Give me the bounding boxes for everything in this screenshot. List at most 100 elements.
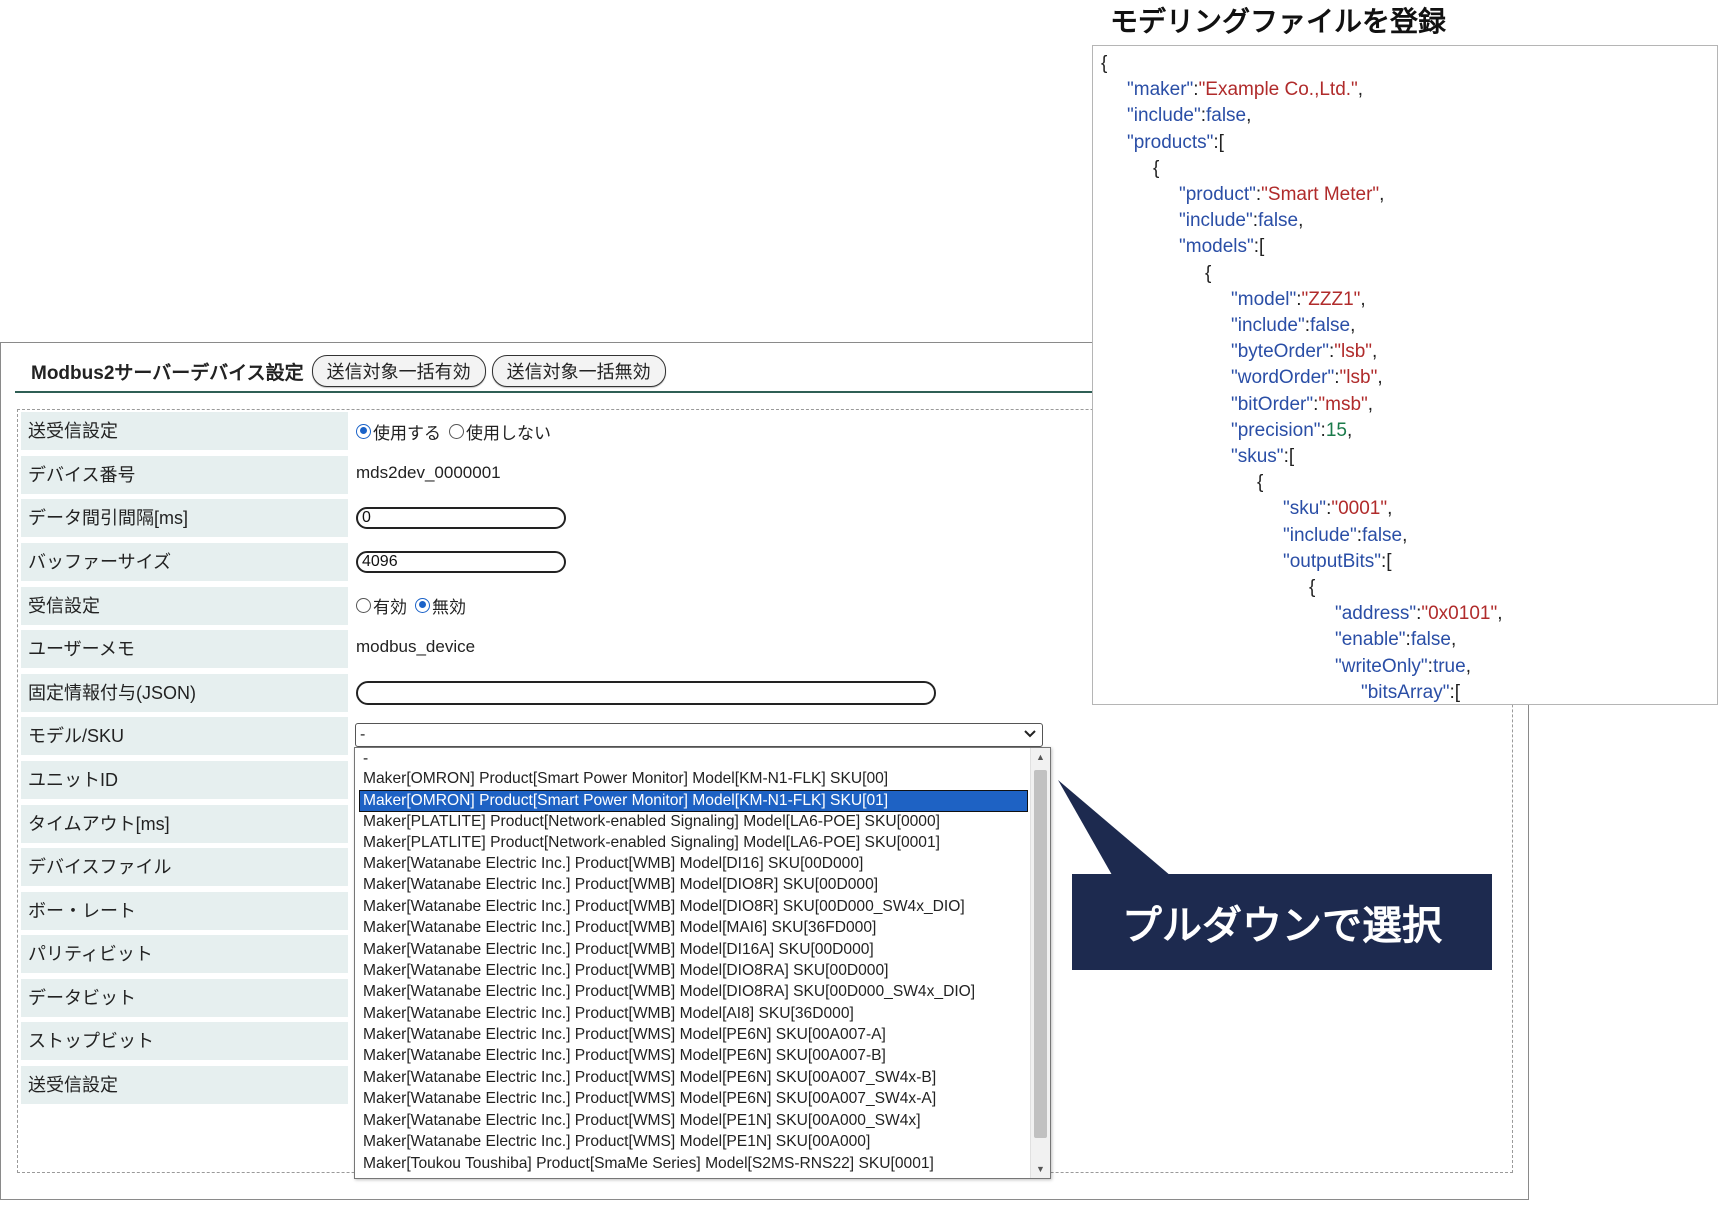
json-token: 15 xyxy=(1325,419,1347,441)
scroll-down-arrow-icon[interactable]: ▼ xyxy=(1035,1164,1046,1174)
label-model-sku: モデル/SKU xyxy=(21,717,348,755)
json-token: "model" xyxy=(1231,288,1297,310)
buffer-size-input[interactable]: 4096 xyxy=(356,551,566,573)
scroll-up-arrow-icon[interactable]: ▲ xyxy=(1035,752,1046,762)
dropdown-option[interactable]: Maker[Watanabe Electric Inc.] Product[WM… xyxy=(360,918,1027,938)
json-token: "Smart Meter" xyxy=(1261,184,1380,205)
dropdown-option[interactable]: Maker[OMRON] Product[Smart Power Monitor… xyxy=(360,769,1027,789)
label-buffer-size: バッファーサイズ xyxy=(21,543,348,581)
json-code-line: "model":"ZZZ1", xyxy=(1231,288,1366,312)
json-code-line: "bitsArray":[ xyxy=(1361,681,1461,704)
json-token: , xyxy=(1246,105,1252,127)
json-code-line: "include":false, xyxy=(1283,524,1407,548)
dropdown-option[interactable]: Maker[Watanabe Electric Inc.] Product[WM… xyxy=(360,961,1027,981)
dropdown-option[interactable]: - xyxy=(360,749,1027,769)
json-token: , xyxy=(1465,655,1471,677)
json-code-line: "maker":"Example Co.,Ltd.", xyxy=(1127,78,1363,102)
json-code-line: "include":false, xyxy=(1179,209,1303,233)
json-panel-title: モデリングファイルを登録 xyxy=(1110,6,1447,37)
panel-title: Modbus2サーバーデバイス設定 xyxy=(31,362,304,384)
json-token: :[ xyxy=(1381,550,1392,572)
dropdown-option[interactable]: Maker[Watanabe Electric Inc.] Product[WM… xyxy=(360,940,1027,960)
json-token: , xyxy=(1377,367,1383,389)
dropdown-option[interactable]: Maker[Watanabe Electric Inc.] Product[WM… xyxy=(360,1089,1027,1109)
dropdown-option[interactable]: Maker[Watanabe Electric Inc.] Product[WM… xyxy=(360,1025,1027,1045)
dropdown-option-highlighted[interactable]: Maker[OMRON] Product[Smart Power Monitor… xyxy=(359,790,1028,812)
json-token: "models" xyxy=(1179,236,1254,258)
dropdown-option[interactable]: Maker[Watanabe Electric Inc.] Product[WM… xyxy=(360,897,1027,917)
radio-nouse-label: 使用しない xyxy=(466,423,551,443)
dropdown-scrollbar[interactable]: ▲ ▼ xyxy=(1030,748,1050,1178)
json-token: false xyxy=(1205,105,1247,127)
disable-all-button[interactable]: 送信対象一括無効 xyxy=(491,355,666,387)
dropdown-option[interactable]: Maker[Watanabe Electric Inc.] Product[WM… xyxy=(360,1132,1027,1152)
json-token: "outputBits" xyxy=(1283,550,1381,572)
json-token: "enable" xyxy=(1335,629,1406,651)
json-token: :[ xyxy=(1213,131,1224,153)
radio-receive-enabled[interactable] xyxy=(356,597,371,613)
json-token: true xyxy=(1432,655,1466,677)
json-code-line: "precision":15, xyxy=(1231,419,1352,443)
fixed-info-input[interactable] xyxy=(356,681,936,705)
json-token: , xyxy=(1372,341,1378,363)
json-code-line: "sku":"0001", xyxy=(1283,497,1392,521)
dropdown-option[interactable]: Maker[Watanabe Electric Inc.] Product[WM… xyxy=(360,875,1027,895)
label-stop-bits: ストップビット xyxy=(21,1022,348,1060)
panel-header: Modbus2サーバーデバイス設定 送信対象一括有効 送信対象一括無効 xyxy=(31,355,672,387)
json-token: , xyxy=(1367,393,1374,415)
label-fixed-info: 固定情報付与(JSON) xyxy=(21,674,348,712)
label-thinning: データ間引間隔[ms] xyxy=(21,499,348,537)
dropdown-option[interactable]: Maker[Watanabe Electric Inc.] Product[WM… xyxy=(360,854,1027,874)
json-token: , xyxy=(1346,419,1353,441)
json-token: "sku" xyxy=(1283,498,1327,520)
thinning-interval-input[interactable]: 0 xyxy=(356,507,566,529)
json-code-line: "byteOrder":"lsb", xyxy=(1231,340,1377,364)
callout-pointer-shape xyxy=(1058,780,1178,882)
json-code-line: { xyxy=(1101,52,1107,76)
json-token: "include" xyxy=(1231,315,1305,336)
dropdown-option[interactable]: Maker[Toukou Toushiba] Product[SmaMe Ser… xyxy=(360,1154,1027,1174)
json-token: , xyxy=(1298,210,1304,232)
model-sku-select[interactable]: - xyxy=(355,723,1043,747)
json-code-line: "include":false, xyxy=(1127,104,1251,128)
json-code-line: { xyxy=(1257,471,1263,495)
json-token: "address" xyxy=(1335,603,1417,625)
json-token: :[ xyxy=(1283,446,1295,467)
dropdown-option[interactable]: Maker[Watanabe Electric Inc.] Product[WM… xyxy=(360,1046,1027,1066)
dropdown-option[interactable]: Maker[Watanabe Electric Inc.] Product[WM… xyxy=(360,1068,1027,1088)
label-send-recv-2: 送受信設定 xyxy=(21,1066,348,1104)
dropdown-option[interactable]: Maker[PLATLITE] Product[Network-enabled … xyxy=(360,812,1027,832)
json-code-line: "outputBits":[ xyxy=(1283,550,1392,574)
json-token: "msb" xyxy=(1318,393,1368,415)
json-code-line: "skus":[ xyxy=(1231,445,1294,469)
json-token: "skus" xyxy=(1231,446,1284,467)
json-token: "0x0101" xyxy=(1421,603,1498,625)
label-timeout: タイムアウト[ms] xyxy=(21,805,348,843)
json-token: "wordOrder" xyxy=(1231,367,1335,389)
label-send-recv: 送受信設定 xyxy=(21,412,348,450)
json-token: "products" xyxy=(1127,131,1214,153)
model-sku-dropdown-list: - Maker[OMRON] Product[Smart Power Monit… xyxy=(354,747,1051,1179)
enable-all-button[interactable]: 送信対象一括有効 xyxy=(311,355,486,387)
json-token: "include" xyxy=(1283,524,1357,546)
radio-use[interactable] xyxy=(356,423,371,439)
scroll-thumb[interactable] xyxy=(1034,770,1047,1138)
json-code-line: "models":[ xyxy=(1179,235,1264,259)
json-token: :[ xyxy=(1449,681,1461,703)
chevron-down-icon xyxy=(1024,726,1036,742)
json-code-line: "enable":false, xyxy=(1335,628,1456,652)
dropdown-option[interactable]: Maker[Watanabe Electric Inc.] Product[WM… xyxy=(360,1004,1027,1024)
dropdown-option[interactable]: Maker[Watanabe Electric Inc.] Product[WM… xyxy=(360,1111,1027,1131)
json-token: false xyxy=(1361,524,1403,546)
dropdown-option[interactable]: Maker[Watanabe Electric Inc.] Product[WM… xyxy=(360,982,1027,1002)
json-token: false xyxy=(1309,315,1351,336)
send-recv-radios: 使用する 使用しない xyxy=(356,412,559,450)
json-token: { xyxy=(1257,472,1264,494)
json-code-line: "wordOrder":"lsb", xyxy=(1231,366,1383,390)
model-sku-selected: - xyxy=(360,726,366,743)
radio-nouse[interactable] xyxy=(449,423,464,439)
json-token: , xyxy=(1497,603,1503,625)
receive-radios: 有効 無効 xyxy=(356,586,474,624)
radio-receive-disabled[interactable] xyxy=(415,597,430,613)
dropdown-option[interactable]: Maker[PLATLITE] Product[Network-enabled … xyxy=(360,833,1027,853)
